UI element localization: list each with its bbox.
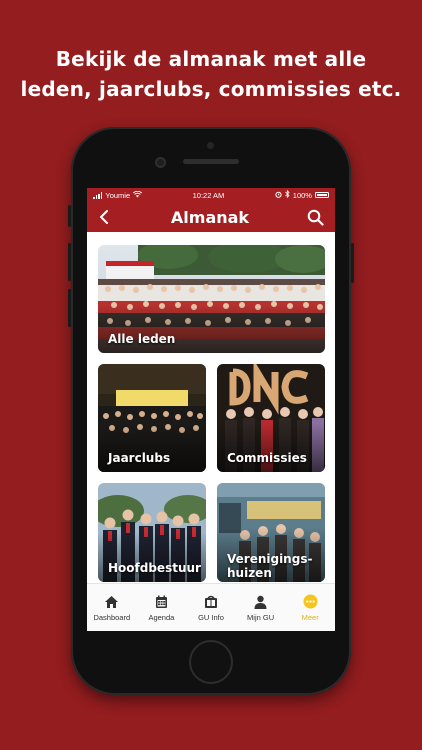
- earpiece-speaker: [183, 159, 239, 164]
- tab-mijn-gu[interactable]: Mijn GU: [237, 594, 285, 622]
- page-title: Almanak: [170, 207, 250, 227]
- alarm-icon: [275, 191, 282, 200]
- tab-agenda[interactable]: Agenda: [137, 594, 185, 622]
- signal-icon: [93, 192, 103, 199]
- status-time: 10:22 AM: [192, 190, 225, 200]
- phone-frame: Youmie 10:22 AM 100% Almanak Alle leden …: [68, 127, 354, 695]
- promo-line-2: leden, jaarclubs, commissies etc.: [20, 77, 402, 101]
- volume-up-button: [68, 243, 71, 281]
- mute-switch: [68, 205, 71, 227]
- nav-bar: Almanak: [87, 202, 335, 232]
- card-jaarclubs[interactable]: Jaarclubs: [98, 364, 206, 472]
- tab-label-agenda: Agenda: [148, 612, 175, 622]
- card-hoofdbestuur[interactable]: Hoofdbestuur: [98, 483, 206, 582]
- tab-label-mijn-gu: Mijn GU: [247, 612, 275, 622]
- tab-label-dashboard: Dashboard: [93, 612, 131, 622]
- card-label-line-2: huizen: [227, 566, 272, 580]
- card-alle-leden[interactable]: Alle leden: [98, 245, 325, 353]
- search-button[interactable]: [307, 208, 325, 226]
- volume-down-button: [68, 289, 71, 327]
- home-button[interactable]: [189, 640, 233, 684]
- tab-label-meer: Meer: [301, 612, 319, 622]
- card-label-alle-leden: Alle leden: [108, 332, 176, 346]
- carrier-name: Youmie: [105, 190, 131, 200]
- bluetooth-icon: [285, 189, 290, 200]
- almanak-grid: Alle leden Jaarclubs Commissies Hoofdbes…: [87, 232, 335, 582]
- card-label-commissies: Commissies: [227, 451, 307, 465]
- promo-headline: Bekijk de almanak met alle leden, jaarcl…: [0, 44, 422, 104]
- tab-dashboard[interactable]: Dashboard: [88, 594, 136, 622]
- sensor-dot: [207, 142, 214, 149]
- info-book-icon: [203, 594, 219, 610]
- status-bar: Youmie 10:22 AM 100%: [87, 188, 335, 202]
- card-label-line-1: Verenigings-: [227, 552, 313, 566]
- battery-icon: [314, 192, 329, 198]
- user-icon: [253, 594, 269, 610]
- home-icon: [104, 594, 120, 610]
- back-button[interactable]: [95, 208, 113, 226]
- card-label-jaarclubs: Jaarclubs: [108, 451, 171, 465]
- front-camera: [155, 157, 166, 168]
- card-label-hoofdbestuur: Hoofdbestuur: [108, 561, 201, 575]
- card-commissies[interactable]: Commissies: [217, 364, 325, 472]
- battery-percentage: 100%: [292, 190, 312, 200]
- tab-gu-info[interactable]: GU Info: [187, 594, 235, 622]
- card-verenigingshuizen[interactable]: Verenigings- huizen: [217, 483, 325, 582]
- wifi-icon: [133, 190, 143, 200]
- promo-line-1: Bekijk de almanak met alle: [55, 47, 367, 71]
- search-icon: [308, 209, 325, 226]
- power-button: [351, 243, 354, 283]
- card-label-verenigingshuizen: Verenigings- huizen: [227, 552, 312, 580]
- tab-label-gu-info: GU Info: [198, 612, 224, 622]
- calendar-icon: [153, 594, 169, 610]
- more-dots-icon: [302, 594, 318, 610]
- app-screen: Youmie 10:22 AM 100% Almanak Alle leden …: [87, 188, 335, 631]
- tab-bar: Dashboard Agenda GU Info Mijn GU Meer: [87, 583, 335, 631]
- tab-meer[interactable]: Meer: [286, 594, 334, 622]
- chevron-left-icon: [100, 210, 108, 224]
